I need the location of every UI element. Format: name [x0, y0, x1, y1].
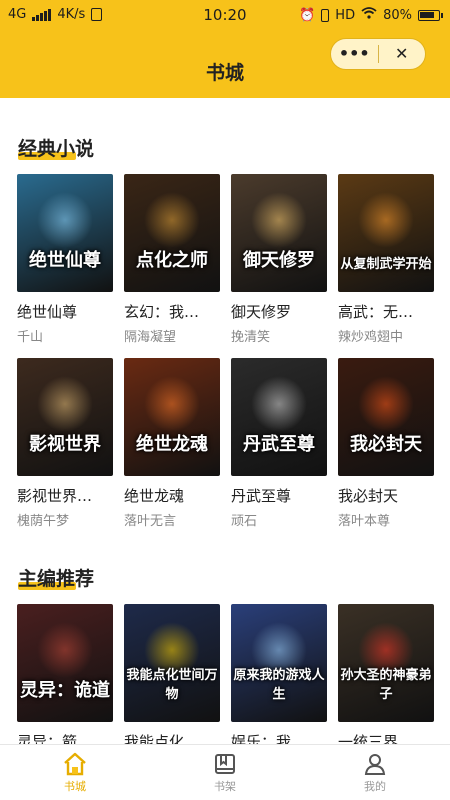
book-card[interactable]: 我能点化世间万物我能点化… — [124, 604, 220, 744]
cover-title-text: 御天修罗 — [243, 250, 315, 271]
cover-title-text: 我必封天 — [350, 434, 422, 455]
book-cover[interactable]: 御天修罗 — [231, 174, 327, 292]
bookstore-app: 4G 4K/s 10:20 ⏰ HD 80% 书城 ••• ✕ 经典小说 绝世仙… — [0, 0, 450, 800]
tab-profile[interactable]: 我的 — [300, 745, 450, 800]
tab-label: 书架 — [214, 779, 236, 793]
status-bar: 4G 4K/s 10:20 ⏰ HD 80% — [0, 0, 450, 30]
cover-title-text: 孙大圣的神豪弟子 — [340, 668, 432, 702]
more-menu-button[interactable]: ••• — [331, 39, 378, 69]
section-heading-editor-picks: 主编推荐 — [18, 568, 95, 590]
book-cover[interactable]: 原来我的游戏人生 — [231, 604, 327, 722]
book-card[interactable]: 绝世仙尊 绝世仙尊 千山 — [17, 174, 113, 346]
book-cover[interactable]: 绝世仙尊 — [17, 174, 113, 292]
book-title[interactable]: 绝世仙尊 — [17, 301, 113, 322]
book-cover[interactable]: 从复制武学开始 — [338, 174, 434, 292]
book-card[interactable]: 灵异：诡道灵异：箭… — [17, 604, 113, 744]
book-title[interactable]: 绝世龙魂 — [124, 485, 220, 506]
book-cover[interactable]: 灵异：诡道 — [17, 604, 113, 722]
battery-percent: 80% — [383, 7, 412, 23]
vibrate-icon — [321, 8, 330, 22]
cover-art — [144, 192, 200, 248]
cover-title-text: 绝世龙魂 — [136, 434, 208, 455]
profile-icon — [364, 753, 386, 775]
book-title[interactable]: 娱乐：我… — [231, 731, 327, 744]
book-title[interactable]: 御天修罗 — [231, 301, 327, 322]
book-title[interactable]: 一统三界… — [338, 731, 434, 744]
book-author: 千山 — [17, 330, 44, 345]
book-title[interactable]: 高武：无… — [338, 301, 434, 322]
battery-icon — [418, 9, 443, 21]
book-card[interactable]: 点化之师玄幻：我… 隔海凝望 — [124, 174, 220, 346]
book-author: 顽石 — [231, 514, 258, 529]
book-card[interactable]: 我必封天 我必封天 落叶本尊 — [338, 358, 434, 530]
cover-art — [37, 192, 93, 248]
cover-art — [251, 376, 307, 432]
tab-bookshelf[interactable]: 书架 — [150, 745, 300, 800]
cover-title-text: 我能点化世间万物 — [126, 668, 218, 702]
book-cover[interactable]: 绝世龙魂 — [124, 358, 220, 476]
tab-label: 书城 — [64, 779, 86, 793]
book-card[interactable]: 御天修罗 御天修罗 挽清笑 — [231, 174, 327, 346]
book-title[interactable]: 灵异：箭… — [17, 731, 113, 744]
book-author: 落叶本尊 — [338, 514, 391, 529]
tab-label: 我的 — [364, 779, 386, 793]
book-cover[interactable]: 丹武至尊 — [231, 358, 327, 476]
book-card[interactable]: 丹武至尊 丹武至尊 顽石 — [231, 358, 327, 530]
book-cover[interactable]: 我能点化世间万物 — [124, 604, 220, 722]
section-heading-classic: 经典小说 — [18, 138, 95, 160]
book-author: 槐荫午梦 — [17, 514, 70, 529]
wifi-icon — [361, 7, 377, 23]
cover-title-text: 从复制武学开始 — [340, 257, 432, 272]
cover-art — [37, 622, 93, 678]
cover-art — [144, 376, 200, 432]
cover-title-text: 原来我的游戏人生 — [233, 668, 325, 702]
book-author: 挽清笑 — [231, 330, 271, 345]
book-cover[interactable]: 我必封天 — [338, 358, 434, 476]
tab-bar: 书城 书架 我的 — [0, 744, 450, 800]
book-title[interactable]: 我必封天 — [338, 485, 434, 506]
book-title[interactable]: 丹武至尊 — [231, 485, 327, 506]
header: 4G 4K/s 10:20 ⏰ HD 80% 书城 ••• ✕ — [0, 0, 450, 98]
book-author: 辣炒鸡翅中 — [338, 330, 404, 345]
book-grid-classic: 绝世仙尊 绝世仙尊 千山 点化之师 玄幻：我… 隔海凝望 御天修罗 御天修罗 挽清笑 从复制武学开… — [17, 174, 437, 346]
book-card[interactable]: 绝世龙魂 绝世龙魂 落叶无言 — [124, 358, 220, 530]
book-card[interactable]: 影视世界影视世界… 槐荫午梦 — [17, 358, 113, 530]
cover-title-text: 影视世界 — [29, 434, 101, 455]
cover-art — [358, 192, 414, 248]
book-title[interactable]: 影视世界… — [17, 485, 113, 506]
book-card[interactable]: 从复制武学开始高武：无… 辣炒鸡翅中 — [338, 174, 434, 346]
network-type: HD — [335, 7, 356, 23]
home-icon — [64, 752, 86, 775]
cover-title-text: 绝世仙尊 — [29, 250, 101, 271]
book-card[interactable]: 原来我的游戏人生娱乐：我… — [231, 604, 327, 744]
mini-program-capsule: ••• ✕ — [330, 38, 426, 70]
cover-art — [358, 376, 414, 432]
cover-art — [37, 376, 93, 432]
book-cover[interactable]: 孙大圣的神豪弟子 — [338, 604, 434, 722]
status-right: ⏰ HD 80% — [299, 7, 443, 23]
cover-art — [251, 192, 307, 248]
cover-title-text: 丹武至尊 — [243, 434, 315, 455]
book-cover[interactable]: 影视世界 — [17, 358, 113, 476]
cover-title-text: 灵异：诡道 — [20, 680, 110, 701]
book-author: 隔海凝望 — [124, 330, 177, 345]
cover-title-text: 点化之师 — [136, 250, 208, 271]
book-title[interactable]: 我能点化… — [124, 731, 220, 744]
close-button[interactable]: ✕ — [379, 39, 426, 69]
book-card[interactable]: 孙大圣的神豪弟子一统三界… — [338, 604, 434, 744]
book-grid-editor-picks: 灵异：诡道 灵异：箭… 我能点化世间万物 我能点化… 原来我的游戏人生 娱乐：我… 孙大圣的… — [17, 604, 437, 744]
book-author: 落叶无言 — [124, 514, 177, 529]
book-grid-classic-2: 影视世界 影视世界… 槐荫午梦 绝世龙魂 绝世龙魂 落叶无言 丹武至尊 丹武至尊 顽石 我必封天我… — [17, 358, 437, 530]
bookshelf-icon — [215, 753, 235, 774]
book-cover[interactable]: 点化之师 — [124, 174, 220, 292]
bookstore-content[interactable]: 经典小说 绝世仙尊 绝世仙尊 千山 点化之师 玄幻：我… 隔海凝望 御天修罗 御天修罗 挽清笑从… — [0, 98, 450, 744]
tab-bookstore[interactable]: 书城 — [0, 745, 150, 800]
book-title[interactable]: 玄幻：我… — [124, 301, 220, 322]
alarm-icon: ⏰ — [299, 7, 316, 23]
